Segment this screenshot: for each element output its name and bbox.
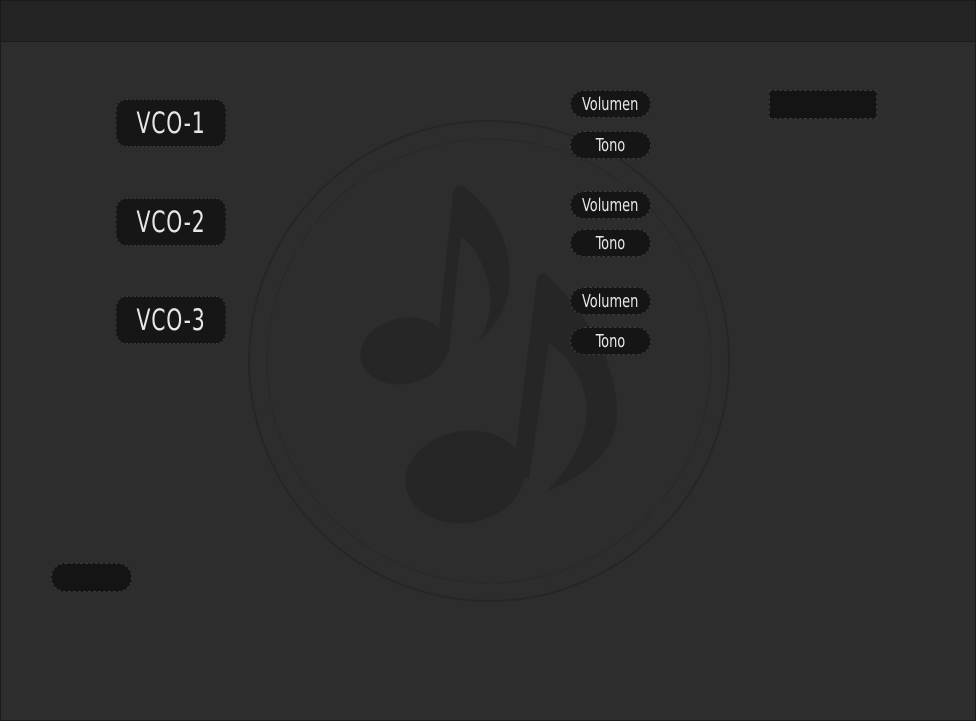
vco-1-tone-button[interactable]: Tono [570,131,651,159]
vco-1-volume-label: Volumen [582,93,639,115]
vco-3-label: VCO-3 [136,303,206,337]
vco-1-volume-button[interactable]: Volumen [570,90,651,118]
music-note-icon [248,120,730,602]
vco-2-label: VCO-2 [136,205,206,239]
vco-1-tone-label: Tono [595,134,626,156]
vco-3-volume-button[interactable]: Volumen [570,287,651,315]
vco-2-button[interactable]: VCO-2 [115,198,227,246]
vco-2-volume-button[interactable]: Volumen [570,191,651,219]
vco-2-volume-label: Volumen [582,194,639,216]
vco-3-button[interactable]: VCO-3 [115,296,227,344]
top-right-display-box[interactable] [769,90,877,119]
vco-3-tone-button[interactable]: Tono [570,327,651,355]
title-bar[interactable] [1,1,975,42]
bottom-left-button[interactable] [51,563,132,592]
vco-3-tone-label: Tono [595,330,626,352]
vco-1-label: VCO-1 [136,106,206,140]
vco-2-tone-label: Tono [595,232,626,254]
vco-1-button[interactable]: VCO-1 [115,99,227,147]
vco-2-tone-button[interactable]: Tono [570,229,651,257]
vco-3-volume-label: Volumen [582,290,639,312]
app-window: VCO-1 VCO-2 VCO-3 Volumen Tono Volumen T… [0,0,976,721]
